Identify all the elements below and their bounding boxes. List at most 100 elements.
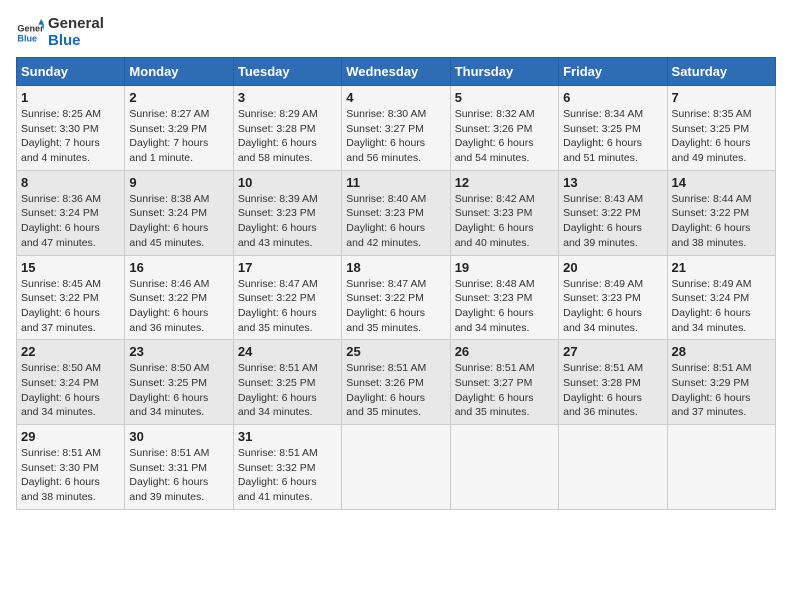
day-number: 6: [563, 90, 662, 105]
day-info: Sunrise: 8:36 AM Sunset: 3:24 PM Dayligh…: [21, 192, 120, 251]
svg-text:General: General: [17, 23, 44, 33]
calendar-week-3: 15 Sunrise: 8:45 AM Sunset: 3:22 PM Dayli…: [17, 255, 776, 340]
day-number: 1: [21, 90, 120, 105]
calendar-cell: 11Sunrise: 8:40 AM Sunset: 3:23 PM Dayli…: [342, 170, 450, 255]
day-info: Sunrise: 8:46 AM Sunset: 3:22 PM Dayligh…: [129, 277, 228, 336]
day-number: 22: [21, 344, 120, 359]
calendar-cell: 31 Sunrise: 8:51 AM Sunset: 3:32 PM Dayli…: [233, 425, 341, 510]
day-info: Sunrise: 8:32 AM Sunset: 3:26 PM Dayligh…: [455, 107, 554, 166]
calendar-cell: 16 Sunrise: 8:46 AM Sunset: 3:22 PM Dayli…: [125, 255, 233, 340]
calendar-cell: 15 Sunrise: 8:45 AM Sunset: 3:22 PM Dayli…: [17, 255, 125, 340]
calendar-cell: 9 Sunrise: 8:38 AM Sunset: 3:24 PM Daylig…: [125, 170, 233, 255]
day-number: 4: [346, 90, 445, 105]
calendar-week-1: 1 Sunrise: 8:25 AM Sunset: 3:30 PM Daylig…: [17, 86, 776, 171]
calendar-cell: 3Sunrise: 8:29 AM Sunset: 3:28 PM Daylig…: [233, 86, 341, 171]
calendar-cell: 22 Sunrise: 8:50 AM Sunset: 3:24 PM Dayli…: [17, 340, 125, 425]
calendar-cell: 27 Sunrise: 8:51 AM Sunset: 3:28 PM Dayli…: [559, 340, 667, 425]
calendar-cell: 26Sunrise: 8:51 AM Sunset: 3:27 PM Dayli…: [450, 340, 558, 425]
day-number: 9: [129, 175, 228, 190]
day-info: Sunrise: 8:30 AM Sunset: 3:27 PM Dayligh…: [346, 107, 445, 166]
day-number: 27: [563, 344, 662, 359]
day-number: 12: [455, 175, 554, 190]
day-info: Sunrise: 8:35 AM Sunset: 3:25 PM Dayligh…: [672, 107, 771, 166]
weekday-header-tuesday: Tuesday: [233, 58, 341, 86]
day-info: Sunrise: 8:44 AM Sunset: 3:22 PM Dayligh…: [672, 192, 771, 251]
calendar-cell: 13 Sunrise: 8:43 AM Sunset: 3:22 PM Dayli…: [559, 170, 667, 255]
calendar-week-4: 22 Sunrise: 8:50 AM Sunset: 3:24 PM Dayli…: [17, 340, 776, 425]
day-number: 30: [129, 429, 228, 444]
day-info: Sunrise: 8:39 AM Sunset: 3:23 PM Dayligh…: [238, 192, 337, 251]
day-info: Sunrise: 8:25 AM Sunset: 3:30 PM Dayligh…: [21, 107, 120, 166]
day-info: Sunrise: 8:38 AM Sunset: 3:24 PM Dayligh…: [129, 192, 228, 251]
weekday-header-monday: Monday: [125, 58, 233, 86]
day-number: 14: [672, 175, 771, 190]
day-number: 31: [238, 429, 337, 444]
calendar-cell: 21 Sunrise: 8:49 AM Sunset: 3:24 PM Dayli…: [667, 255, 775, 340]
day-info: Sunrise: 8:47 AM Sunset: 3:22 PM Dayligh…: [238, 277, 337, 336]
day-number: 19: [455, 260, 554, 275]
calendar-cell: 2 Sunrise: 8:27 AM Sunset: 3:29 PM Daylig…: [125, 86, 233, 171]
day-info: Sunrise: 8:51 AM Sunset: 3:25 PM Dayligh…: [238, 361, 337, 420]
day-number: 10: [238, 175, 337, 190]
day-number: 7: [672, 90, 771, 105]
day-number: 23: [129, 344, 228, 359]
calendar-header: SundayMondayTuesdayWednesdayThursdayFrid…: [17, 58, 776, 86]
day-number: 17: [238, 260, 337, 275]
day-number: 29: [21, 429, 120, 444]
day-info: Sunrise: 8:48 AM Sunset: 3:23 PM Dayligh…: [455, 277, 554, 336]
calendar-week-2: 8 Sunrise: 8:36 AM Sunset: 3:24 PM Daylig…: [17, 170, 776, 255]
day-info: Sunrise: 8:27 AM Sunset: 3:29 PM Dayligh…: [129, 107, 228, 166]
day-info: Sunrise: 8:51 AM Sunset: 3:29 PM Dayligh…: [672, 361, 771, 420]
calendar-cell: 12 Sunrise: 8:42 AM Sunset: 3:23 PM Dayli…: [450, 170, 558, 255]
day-info: Sunrise: 8:49 AM Sunset: 3:24 PM Dayligh…: [672, 277, 771, 336]
calendar-week-5: 29 Sunrise: 8:51 AM Sunset: 3:30 PM Dayli…: [17, 425, 776, 510]
calendar-cell: 28Sunrise: 8:51 AM Sunset: 3:29 PM Dayli…: [667, 340, 775, 425]
calendar-cell: 18Sunrise: 8:47 AM Sunset: 3:22 PM Dayli…: [342, 255, 450, 340]
day-number: 20: [563, 260, 662, 275]
day-number: 5: [455, 90, 554, 105]
day-info: Sunrise: 8:34 AM Sunset: 3:25 PM Dayligh…: [563, 107, 662, 166]
calendar-cell: [667, 425, 775, 510]
logo-icon: General Blue: [16, 19, 44, 47]
calendar-cell: 29 Sunrise: 8:51 AM Sunset: 3:30 PM Dayli…: [17, 425, 125, 510]
calendar-body: 1 Sunrise: 8:25 AM Sunset: 3:30 PM Daylig…: [17, 86, 776, 510]
calendar-cell: 17 Sunrise: 8:47 AM Sunset: 3:22 PM Dayli…: [233, 255, 341, 340]
day-number: 21: [672, 260, 771, 275]
day-info: Sunrise: 8:49 AM Sunset: 3:23 PM Dayligh…: [563, 277, 662, 336]
day-info: Sunrise: 8:45 AM Sunset: 3:22 PM Dayligh…: [21, 277, 120, 336]
day-number: 26: [455, 344, 554, 359]
calendar-cell: 25Sunrise: 8:51 AM Sunset: 3:26 PM Dayli…: [342, 340, 450, 425]
day-number: 8: [21, 175, 120, 190]
calendar-cell: [342, 425, 450, 510]
calendar-cell: 10 Sunrise: 8:39 AM Sunset: 3:23 PM Dayli…: [233, 170, 341, 255]
calendar-cell: 6 Sunrise: 8:34 AM Sunset: 3:25 PM Daylig…: [559, 86, 667, 171]
day-number: 11: [346, 175, 445, 190]
day-info: Sunrise: 8:43 AM Sunset: 3:22 PM Dayligh…: [563, 192, 662, 251]
calendar-cell: 24 Sunrise: 8:51 AM Sunset: 3:25 PM Dayli…: [233, 340, 341, 425]
calendar-cell: 8 Sunrise: 8:36 AM Sunset: 3:24 PM Daylig…: [17, 170, 125, 255]
weekday-header-saturday: Saturday: [667, 58, 775, 86]
logo: General Blue General Blue: [16, 16, 104, 49]
day-info: Sunrise: 8:51 AM Sunset: 3:28 PM Dayligh…: [563, 361, 662, 420]
day-number: 18: [346, 260, 445, 275]
calendar-cell: 19 Sunrise: 8:48 AM Sunset: 3:23 PM Dayli…: [450, 255, 558, 340]
day-info: Sunrise: 8:51 AM Sunset: 3:32 PM Dayligh…: [238, 446, 337, 505]
calendar-cell: 20 Sunrise: 8:49 AM Sunset: 3:23 PM Dayli…: [559, 255, 667, 340]
logo-blue: Blue: [48, 33, 104, 50]
calendar-cell: 4 Sunrise: 8:30 AM Sunset: 3:27 PM Daylig…: [342, 86, 450, 171]
weekday-header-sunday: Sunday: [17, 58, 125, 86]
calendar-cell: 30Sunrise: 8:51 AM Sunset: 3:31 PM Dayli…: [125, 425, 233, 510]
day-info: Sunrise: 8:51 AM Sunset: 3:30 PM Dayligh…: [21, 446, 120, 505]
day-number: 2: [129, 90, 228, 105]
day-number: 3: [238, 90, 337, 105]
day-number: 16: [129, 260, 228, 275]
day-number: 15: [21, 260, 120, 275]
day-info: Sunrise: 8:50 AM Sunset: 3:25 PM Dayligh…: [129, 361, 228, 420]
calendar-cell: 14 Sunrise: 8:44 AM Sunset: 3:22 PM Dayli…: [667, 170, 775, 255]
day-number: 13: [563, 175, 662, 190]
day-info: Sunrise: 8:42 AM Sunset: 3:23 PM Dayligh…: [455, 192, 554, 251]
logo-general: General: [48, 15, 104, 32]
day-info: Sunrise: 8:50 AM Sunset: 3:24 PM Dayligh…: [21, 361, 120, 420]
day-info: Sunrise: 8:51 AM Sunset: 3:26 PM Dayligh…: [346, 361, 445, 420]
day-number: 24: [238, 344, 337, 359]
